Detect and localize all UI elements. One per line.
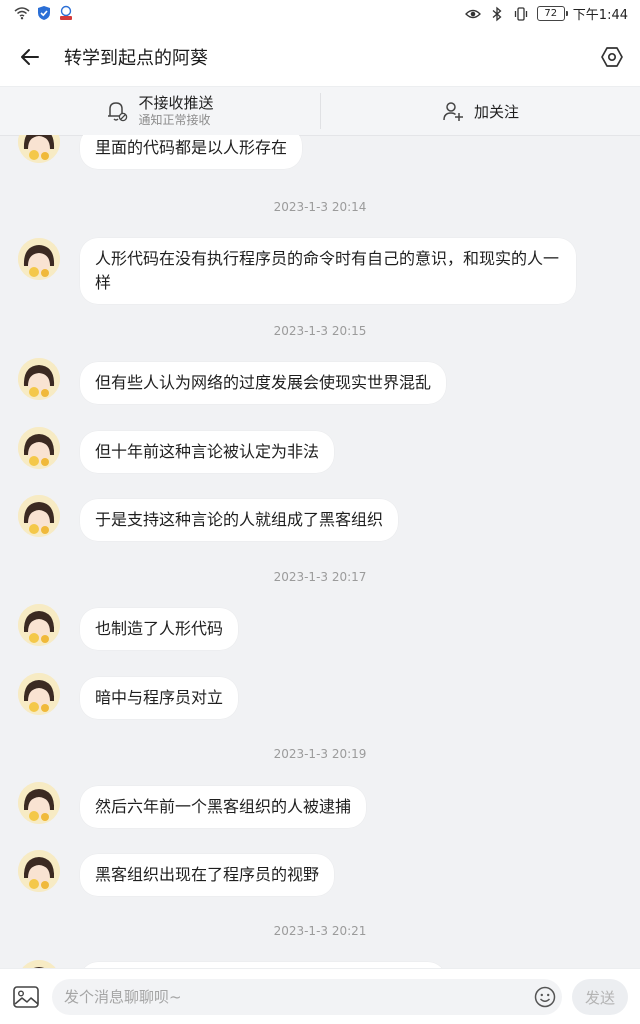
bluetooth-icon <box>492 6 502 21</box>
message-timestamp: 2023-1-3 20:21 <box>273 924 367 938</box>
app-header: 转学到起点的阿葵 <box>0 28 640 86</box>
avatar[interactable] <box>18 135 60 163</box>
conversation-title: 转学到起点的阿葵 <box>64 48 208 69</box>
send-button[interactable]: 发送 <box>572 979 628 1015</box>
status-bar: 72 下午1:44 <box>0 0 640 28</box>
message-bubble[interactable]: 然后六年前一个黑客组织的人被逮捕 <box>80 786 367 828</box>
message-input[interactable] <box>52 979 562 1015</box>
settings-button[interactable] <box>594 40 630 74</box>
message-timestamp: 2023-1-3 20:14 <box>273 200 367 214</box>
status-time: 下午1:44 <box>572 8 628 23</box>
chat-screen: 72 下午1:44 转学到起点的阿葵 不接收推送 通知正常接收 加关注 里面的代… <box>0 0 640 1024</box>
message-timestamp: 2023-1-3 20:15 <box>273 324 367 338</box>
input-bar: 发送 <box>0 968 640 1024</box>
battery-indicator: 72 <box>536 6 568 21</box>
message-bubble[interactable]: 但有些人认为网络的过度发展会使现实世界混乱 <box>80 362 447 404</box>
image-icon[interactable] <box>12 985 40 1009</box>
shield-app-icon <box>38 6 50 20</box>
message-bubble[interactable]: 里面的代码都是以人形存在 <box>80 135 303 169</box>
message-timestamp: 2023-1-3 20:19 <box>273 747 367 761</box>
wifi-icon <box>14 7 30 20</box>
notification-app-icon <box>60 5 72 20</box>
avatar[interactable] <box>18 960 60 968</box>
avatar[interactable] <box>18 782 60 824</box>
avatar[interactable] <box>18 427 60 469</box>
follow-label: 加关注 <box>473 102 519 121</box>
arrow-left-icon <box>21 49 39 65</box>
chat-message-list[interactable]: 里面的代码都是以人形存在 2023-1-3 20:14 人形代码在没有执行程序员… <box>0 135 640 968</box>
avatar[interactable] <box>18 238 60 280</box>
message-bubble[interactable]: 但十年前这种言论被认定为非法 <box>80 431 335 473</box>
action-bar: 不接收推送 通知正常接收 加关注 <box>0 86 640 136</box>
status-right-icons: 72 下午1:44 <box>464 4 628 23</box>
mute-text: 不接收推送 通知正常接收 <box>138 94 213 128</box>
back-button[interactable] <box>12 40 48 74</box>
eye-icon <box>464 9 481 18</box>
message-timestamp: 2023-1-3 20:17 <box>273 570 367 584</box>
follow-button[interactable]: 加关注 <box>321 87 640 135</box>
smiley-icon[interactable] <box>534 986 556 1008</box>
avatar[interactable] <box>18 673 60 715</box>
message-bubble[interactable]: 黑客组织出现在了程序员的视野 <box>80 854 335 896</box>
message-bubble[interactable]: 暗中与程序员对立 <box>80 677 239 719</box>
avatar[interactable] <box>18 850 60 892</box>
add-user-icon <box>443 102 463 121</box>
bell-off-icon <box>108 102 128 122</box>
message-bubble[interactable]: 于是支持这种言论的人就组成了黑客组织 <box>80 499 399 541</box>
vibrate-icon <box>514 6 527 21</box>
mute-title: 不接收推送 <box>138 94 214 112</box>
avatar[interactable] <box>18 495 60 537</box>
hexagon-gear-icon <box>601 47 623 67</box>
message-bubble[interactable]: 人形代码在没有执行程序员的命令时有自己的意识，和现实的人一样 <box>80 238 576 304</box>
avatar[interactable] <box>18 358 60 400</box>
avatar[interactable] <box>18 604 60 646</box>
mute-push-toggle[interactable]: 不接收推送 通知正常接收 <box>0 87 320 135</box>
status-left-icons <box>14 5 74 21</box>
mute-subtitle: 通知正常接收 <box>138 113 211 127</box>
message-bubble[interactable]: 也制造了人形代码 <box>80 608 239 650</box>
